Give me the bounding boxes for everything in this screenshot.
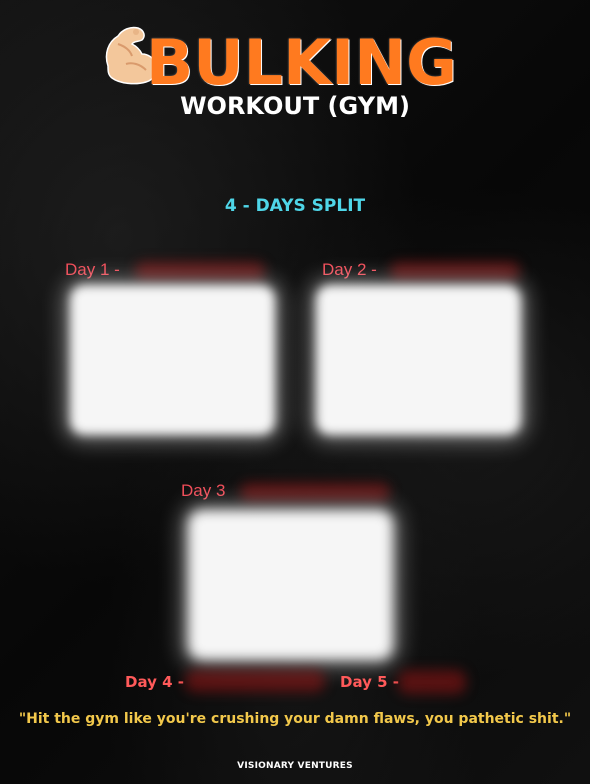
split-label: 4 - DAYS SPLIT xyxy=(224,196,366,216)
day-2-label: Day 2 - xyxy=(322,260,377,279)
motivational-quote: "Hit the gym like you're crushing your d… xyxy=(18,711,572,727)
page-subtitle: WORKOUT (GYM) xyxy=(180,92,410,120)
day-3-label: Day 3 xyxy=(181,481,226,500)
header: BULKING WORKOUT (GYM) xyxy=(0,22,590,132)
page-title: BULKING xyxy=(146,26,457,99)
day-1-title-redacted xyxy=(135,262,265,280)
day-4-title-redacted xyxy=(185,670,325,692)
footer-brand: VISIONARY VENTURES xyxy=(237,761,353,771)
day-4-label: Day 4 - xyxy=(125,673,184,691)
day-2-card xyxy=(316,285,521,435)
day-5-title-redacted xyxy=(398,670,466,694)
day-3-card xyxy=(188,510,393,660)
day-1-card xyxy=(70,285,275,435)
day-1-label: Day 1 - xyxy=(65,260,120,279)
day-3-title-redacted xyxy=(240,483,390,501)
day-2-title-redacted xyxy=(390,262,520,280)
day-5-label: Day 5 - xyxy=(340,673,399,691)
